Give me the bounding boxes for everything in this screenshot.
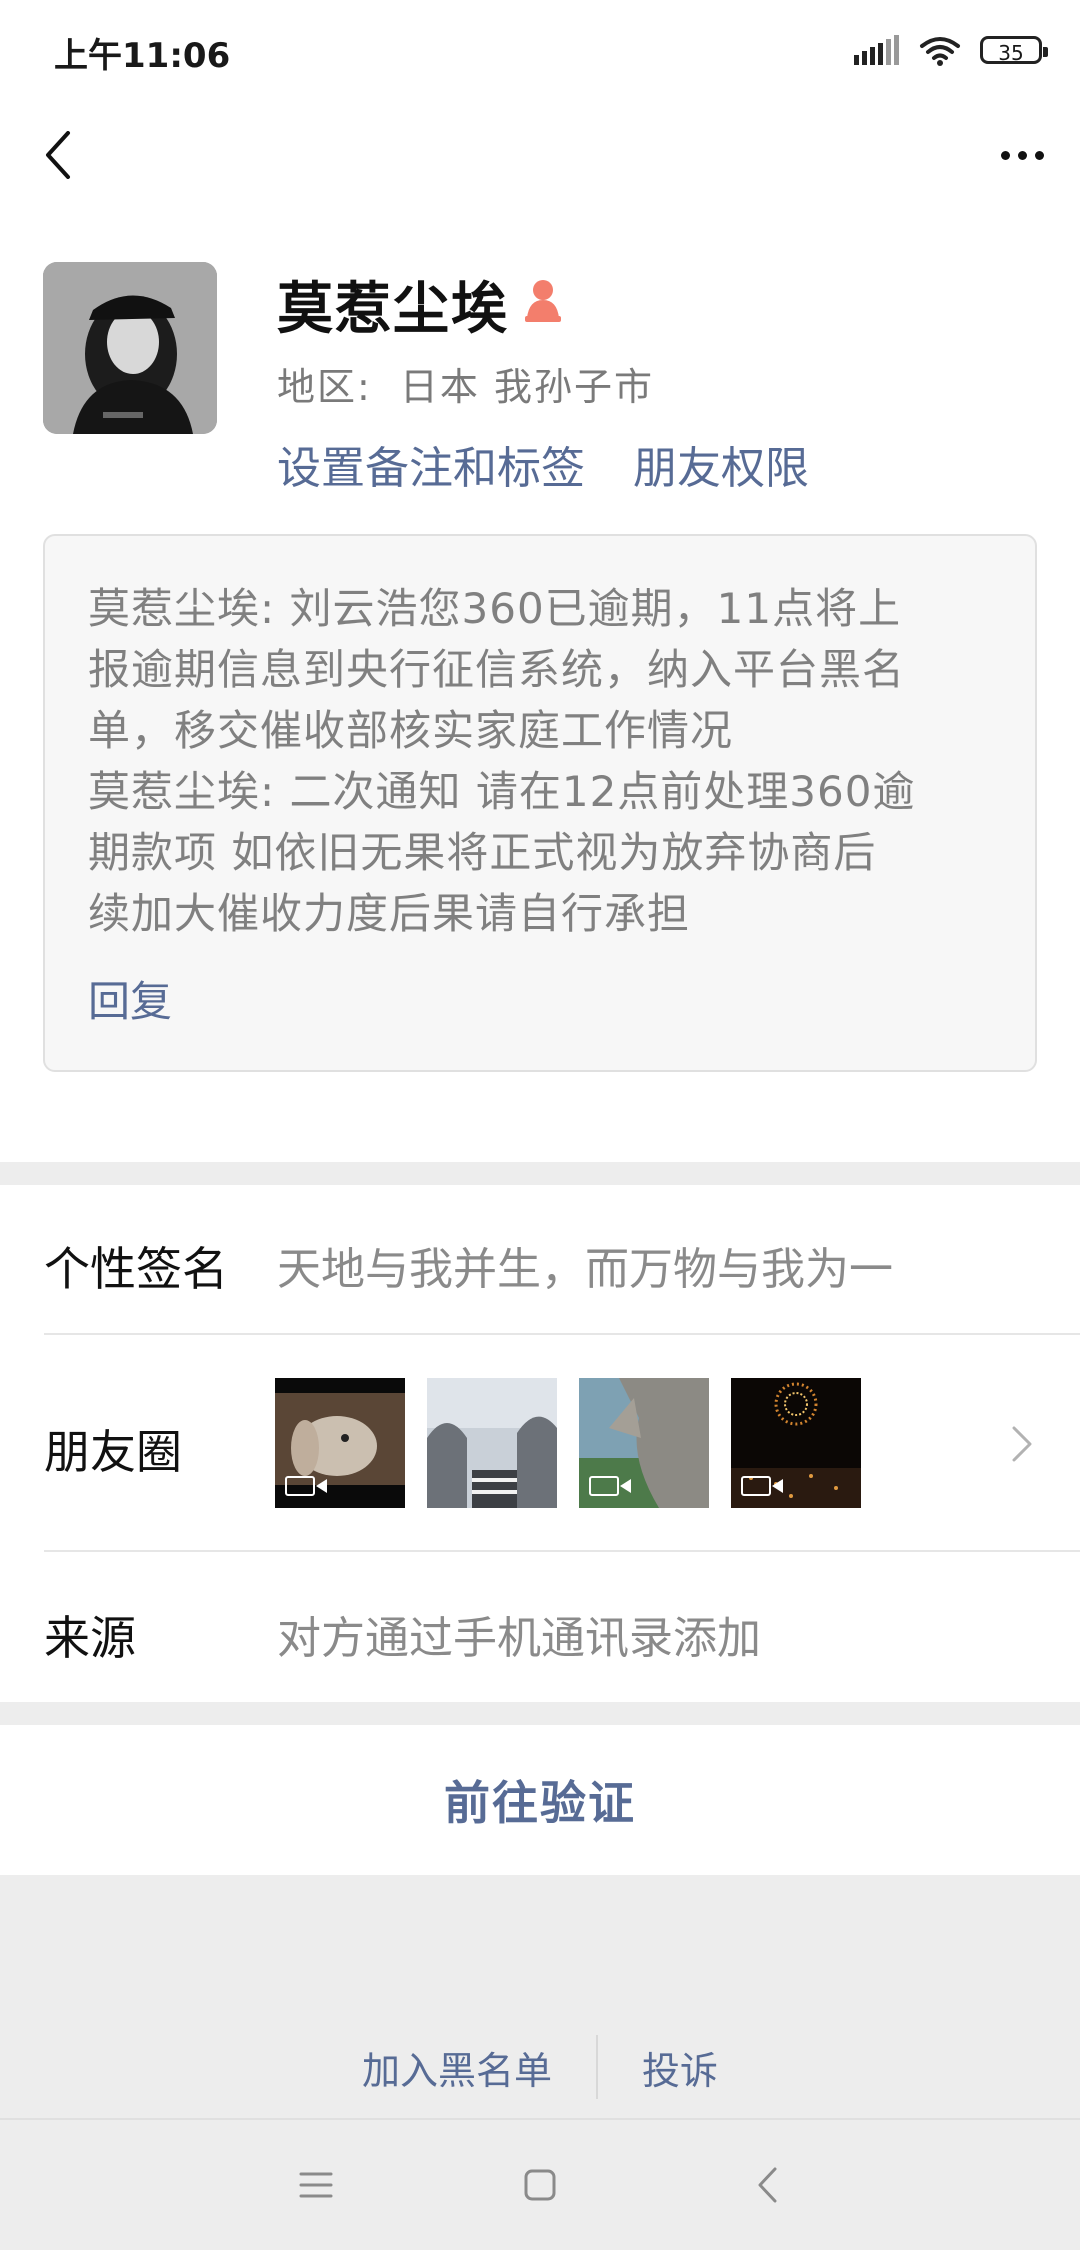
message-line: 莫惹尘埃: 二次通知 请在12点前处理360逾 — [88, 767, 916, 816]
moments-label[interactable]: 朋友圈 — [44, 1416, 182, 1482]
reply-link[interactable]: 回复 — [88, 968, 172, 1029]
moments-thumb-rabbit[interactable] — [275, 1378, 405, 1508]
divider — [44, 1550, 1080, 1552]
profile-links: 设置备注和标签 朋友权限 — [277, 432, 809, 496]
message-line: 报逾期信息到央行征信系统，纳入平台黑名 — [88, 645, 906, 694]
status-time: 上午11:06 — [54, 36, 231, 76]
region-value: 日本 我孙子市 — [399, 365, 654, 409]
region: 地区: 日本 我孙子市 — [277, 356, 654, 411]
battery-icon: 35 — [980, 36, 1048, 65]
wifi-icon — [920, 37, 960, 66]
source-label: 来源 — [44, 1611, 136, 1665]
verify-button[interactable]: 前往验证 — [0, 1725, 1080, 1875]
video-icon — [285, 1476, 327, 1496]
video-icon — [741, 1476, 783, 1496]
report-link[interactable]: 投诉 — [642, 2040, 718, 2095]
message-line: 期款项 如依旧无果将正式视为放弃协商后 — [88, 828, 877, 877]
gender-female-icon — [523, 276, 563, 324]
set-remark-tags-link[interactable]: 设置备注和标签 — [277, 432, 585, 496]
region-label: 地区: — [277, 365, 372, 409]
moments-thumb-fireworks[interactable] — [731, 1378, 861, 1508]
home-icon[interactable] — [523, 2168, 557, 2206]
menu-icon[interactable] — [298, 2170, 334, 2204]
message-line: 单，移交催收部核实家庭工作情况 — [88, 706, 734, 755]
message-line: 续加大催收力度后果请自行承担 — [88, 889, 691, 938]
message-line: 莫惹尘埃: 刘云浩您360已逾期，11点将上 — [88, 584, 902, 633]
video-icon — [589, 1476, 631, 1496]
nav-back-icon[interactable] — [755, 2166, 779, 2208]
source-value: 对方通过手机通讯录添加 — [277, 1613, 761, 1664]
profile-name: 莫惹尘埃 — [277, 277, 509, 342]
signature-label: 个性签名 — [44, 1242, 228, 1296]
add-to-blacklist-link[interactable]: 加入黑名单 — [362, 2040, 552, 2095]
chevron-right-icon[interactable] — [1006, 1424, 1036, 1464]
more-icon[interactable] — [992, 130, 1052, 180]
moments-thumb-snow[interactable] — [427, 1378, 557, 1508]
divider — [596, 2035, 598, 2099]
friend-permissions-link[interactable]: 朋友权限 — [633, 432, 809, 496]
signal-icon — [854, 35, 899, 65]
footer-links: 加入黑名单 投诉 — [0, 2035, 1080, 2099]
signature-value: 天地与我并生，而万物与我为一 — [277, 1244, 893, 1295]
moments-thumb-cat[interactable] — [579, 1378, 709, 1508]
greeting-messages: 莫惹尘埃: 刘云浩您360已逾期，11点将上 报逾期信息到央行征信系统，纳入平台… — [88, 578, 988, 944]
divider — [44, 1333, 1080, 1335]
back-icon[interactable] — [36, 125, 80, 185]
status-icons: 35 — [854, 34, 1048, 66]
avatar[interactable] — [43, 262, 217, 434]
